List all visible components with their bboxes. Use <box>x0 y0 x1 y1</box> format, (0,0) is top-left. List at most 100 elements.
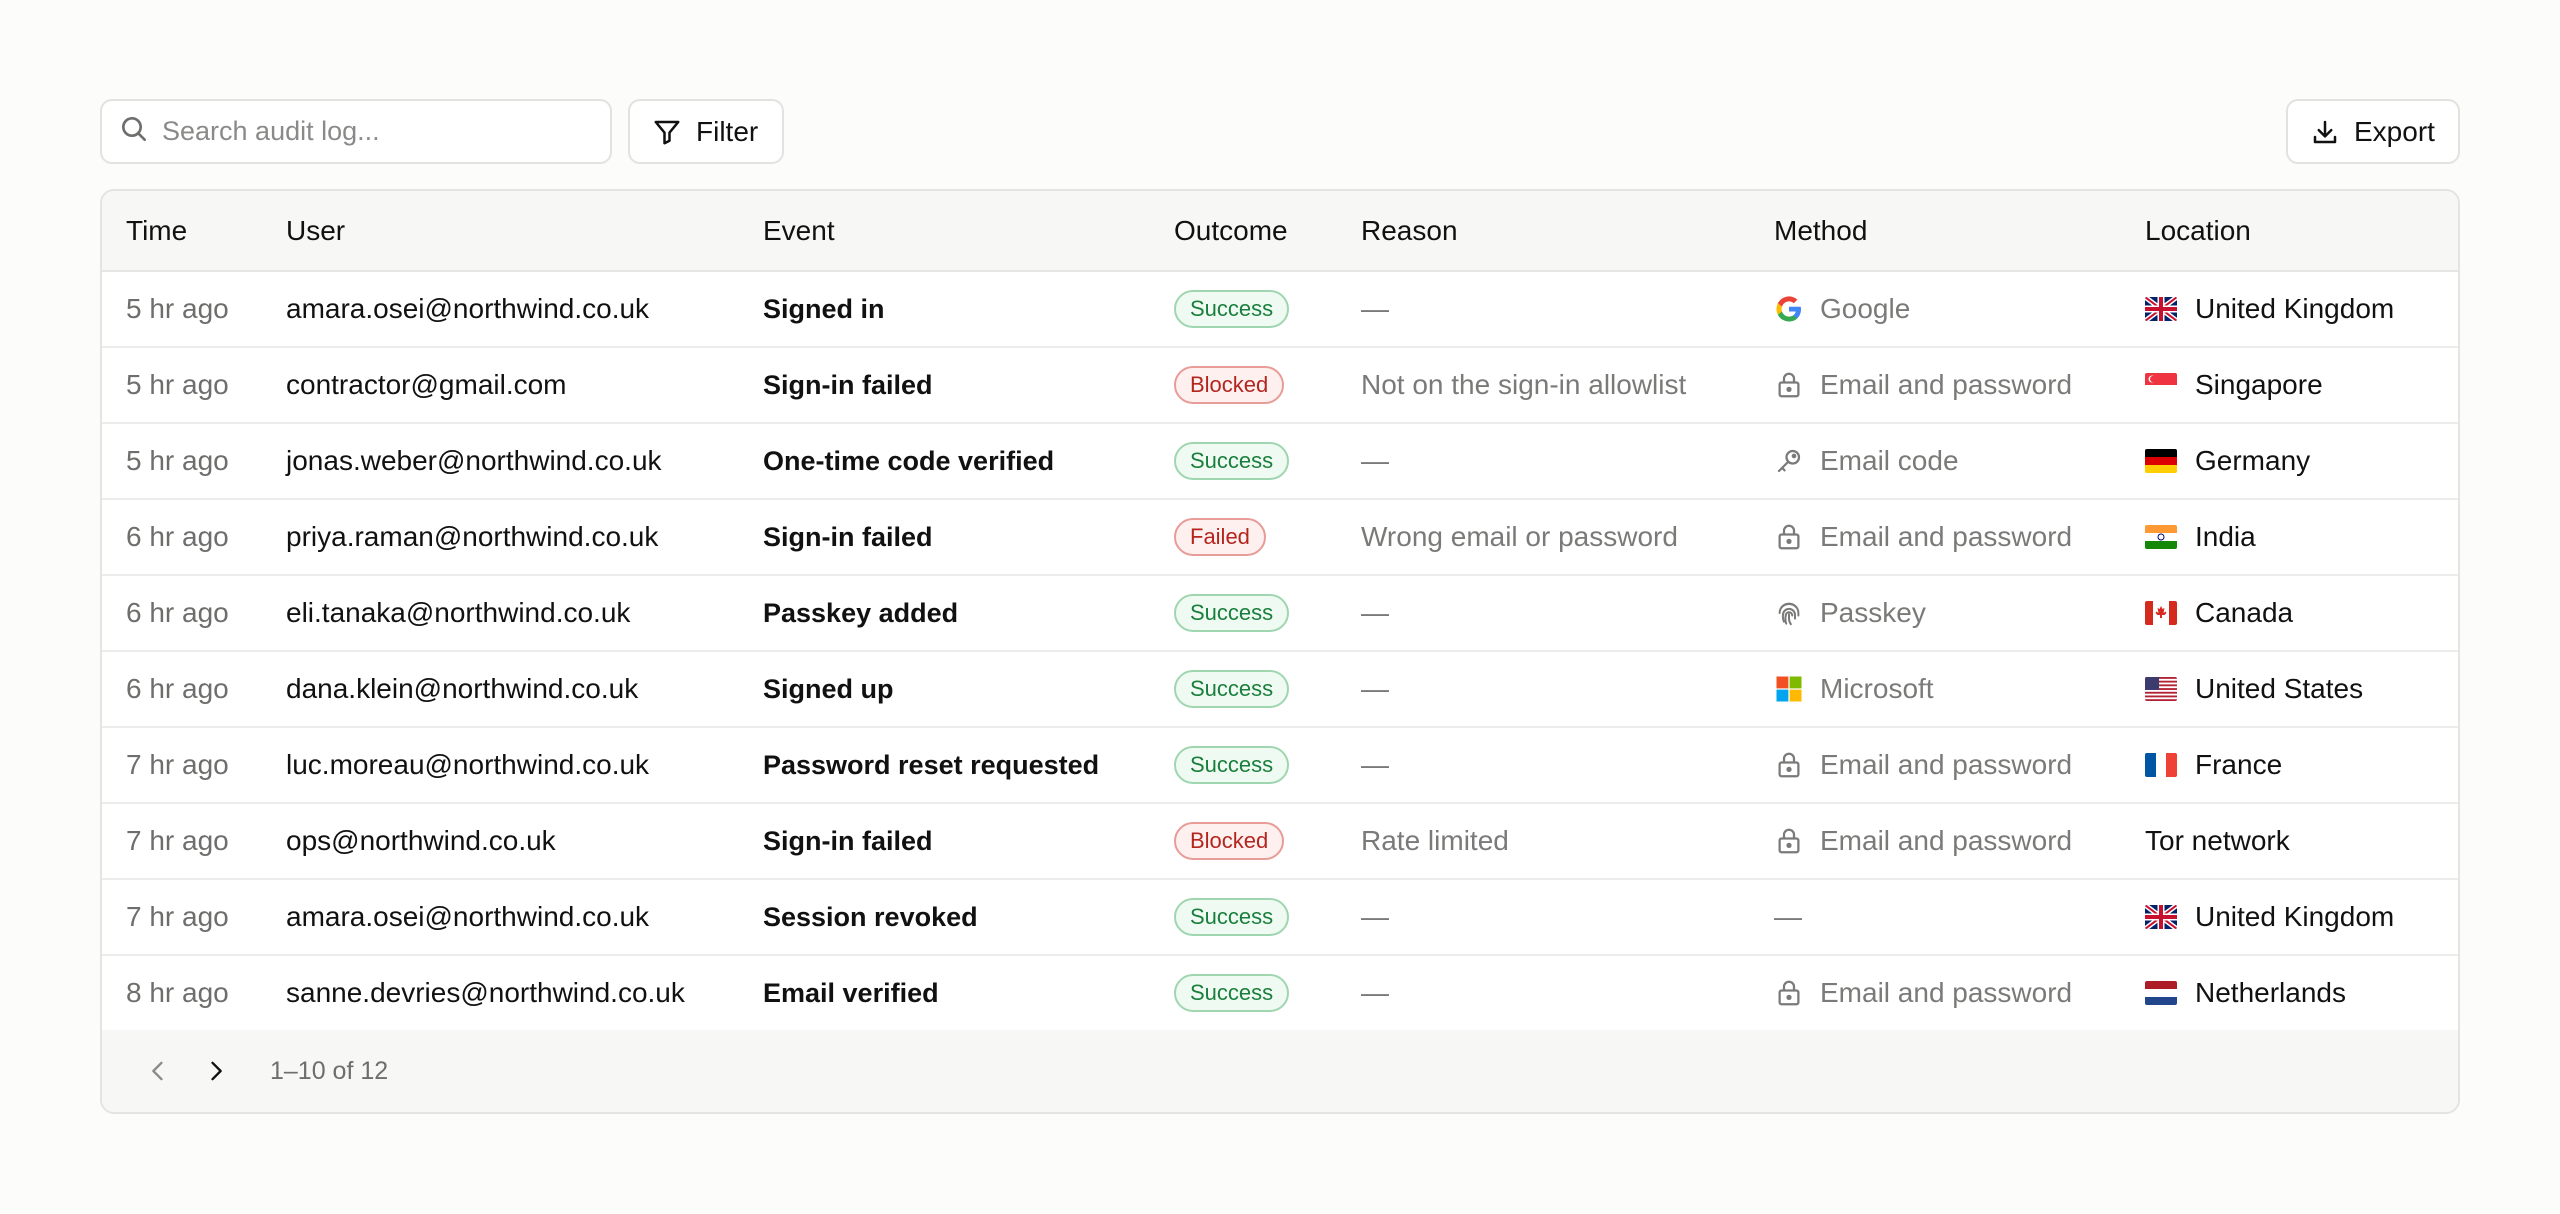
audit-log-panel: Filter Export Time User Event Outcome Re… <box>100 99 2460 1114</box>
column-header-user[interactable]: User <box>262 191 739 272</box>
next-page-button[interactable] <box>196 1051 236 1091</box>
cell-outcome: Success <box>1150 423 1337 500</box>
cell-reason: Wrong email or password <box>1337 499 1750 576</box>
search-input[interactable] <box>162 116 582 147</box>
usa-flag-icon <box>2145 677 2177 701</box>
pagination-range: 1–10 of 12 <box>270 1056 389 1085</box>
method-label: Microsoft <box>1820 673 1934 704</box>
cell-outcome: Success <box>1150 575 1337 652</box>
cell-time: 5 hr ago <box>102 271 262 348</box>
method-label: Google <box>1820 293 1911 324</box>
cell-outcome: Blocked <box>1150 347 1337 424</box>
location-label: United States <box>2195 673 2364 704</box>
cell-event: Session revoked <box>739 879 1150 956</box>
cell-location: Tor network <box>2121 803 2458 880</box>
outcome-badge: Blocked <box>1174 822 1285 860</box>
cell-method: Email and password <box>1750 499 2121 576</box>
india-flag-icon <box>2145 525 2177 549</box>
cell-user: priya.raman@northwind.co.uk <box>262 499 739 576</box>
column-header-outcome[interactable]: Outcome <box>1150 191 1337 272</box>
table-row[interactable]: 7 hr ago ops@northwind.co.uk Sign-in fai… <box>102 803 2458 880</box>
cell-outcome: Success <box>1150 955 1337 1032</box>
table-row[interactable]: 7 hr ago amara.osei@northwind.co.uk Sess… <box>102 879 2458 956</box>
cell-user: jonas.weber@northwind.co.uk <box>262 423 739 500</box>
location-label: India <box>2195 521 2256 552</box>
cell-reason: — <box>1337 727 1750 804</box>
cell-method: Email and password <box>1750 955 2121 1032</box>
table-row[interactable]: 6 hr ago eli.tanaka@northwind.co.uk Pass… <box>102 575 2458 652</box>
cell-method: Email and password <box>1750 803 2121 880</box>
method-label: Email and password <box>1820 749 2073 780</box>
cell-method: Google <box>1750 271 2121 348</box>
export-label: Export <box>2354 115 2435 147</box>
cell-user: amara.osei@northwind.co.uk <box>262 271 739 348</box>
download-icon <box>2313 120 2337 143</box>
cell-time: 7 hr ago <box>102 879 262 956</box>
lock-icon <box>1774 978 1804 1008</box>
cell-reason: — <box>1337 955 1750 1032</box>
cell-outcome: Success <box>1150 879 1337 956</box>
outcome-badge: Blocked <box>1174 366 1285 404</box>
outcome-badge: Success <box>1174 898 1290 936</box>
table-row[interactable]: 8 hr ago sanne.devries@northwind.co.uk E… <box>102 955 2458 1032</box>
cell-user: amara.osei@northwind.co.uk <box>262 879 739 956</box>
filter-icon <box>654 120 680 144</box>
cell-location: France <box>2121 727 2458 804</box>
cell-event: Passkey added <box>739 575 1150 652</box>
filter-label: Filter <box>696 115 759 147</box>
location-label: Tor network <box>2145 825 2290 856</box>
cell-user: eli.tanaka@northwind.co.uk <box>262 575 739 652</box>
column-header-method[interactable]: Method <box>1750 191 2121 272</box>
cell-location: United Kingdom <box>2121 879 2458 956</box>
location-label: Canada <box>2195 597 2294 628</box>
key-icon <box>1774 446 1804 476</box>
cell-outcome: Success <box>1150 651 1337 728</box>
singapore-flag-icon <box>2145 373 2177 397</box>
column-header-event[interactable]: Event <box>739 191 1150 272</box>
audit-log-table-card: Time User Event Outcome Reason Method Lo… <box>100 189 2460 1114</box>
cell-user: ops@northwind.co.uk <box>262 803 739 880</box>
export-button[interactable]: Export <box>2286 99 2460 164</box>
netherlands-flag-icon <box>2145 981 2177 1005</box>
cell-event: Sign-in failed <box>739 347 1150 424</box>
uk-flag-icon <box>2145 297 2177 321</box>
google-icon <box>1774 294 1804 324</box>
table-row[interactable]: 7 hr ago luc.moreau@northwind.co.uk Pass… <box>102 727 2458 804</box>
lock-icon <box>1774 826 1804 856</box>
location-label: Singapore <box>2195 369 2323 400</box>
cell-time: 7 hr ago <box>102 803 262 880</box>
cell-time: 8 hr ago <box>102 955 262 1032</box>
method-label: Email and password <box>1820 977 2073 1008</box>
method-label: — <box>1774 901 1802 932</box>
search-box[interactable] <box>100 99 612 164</box>
table-row[interactable]: 5 hr ago contractor@gmail.com Sign-in fa… <box>102 347 2458 424</box>
cell-reason: Not on the sign-in allowlist <box>1337 347 1750 424</box>
table-header-row: Time User Event Outcome Reason Method Lo… <box>102 191 2458 272</box>
outcome-badge: Success <box>1174 594 1290 632</box>
cell-user: dana.klein@northwind.co.uk <box>262 651 739 728</box>
table-row[interactable]: 5 hr ago amara.osei@northwind.co.uk Sign… <box>102 271 2458 348</box>
cell-method: Passkey <box>1750 575 2121 652</box>
column-header-location[interactable]: Location <box>2121 191 2458 272</box>
method-label: Email and password <box>1820 521 2073 552</box>
cell-method: — <box>1750 879 2121 956</box>
filter-button[interactable]: Filter <box>628 99 784 164</box>
chevron-right-icon <box>211 1061 222 1081</box>
table-row[interactable]: 5 hr ago jonas.weber@northwind.co.uk One… <box>102 423 2458 500</box>
column-header-reason[interactable]: Reason <box>1337 191 1750 272</box>
france-flag-icon <box>2145 753 2177 777</box>
method-label: Passkey <box>1820 597 1926 628</box>
location-label: United Kingdom <box>2195 293 2395 324</box>
canada-flag-icon <box>2145 601 2177 625</box>
cell-location: United Kingdom <box>2121 271 2458 348</box>
cell-event: Password reset requested <box>739 727 1150 804</box>
table-row[interactable]: 6 hr ago dana.klein@northwind.co.uk Sign… <box>102 651 2458 728</box>
cell-event: Signed in <box>739 271 1150 348</box>
previous-page-button[interactable] <box>138 1051 178 1091</box>
chevron-left-icon <box>152 1061 163 1081</box>
cell-event: One-time code verified <box>739 423 1150 500</box>
table-row[interactable]: 6 hr ago priya.raman@northwind.co.uk Sig… <box>102 499 2458 576</box>
location-label: United Kingdom <box>2195 901 2395 932</box>
column-header-time[interactable]: Time <box>102 191 262 272</box>
cell-event: Signed up <box>739 651 1150 728</box>
